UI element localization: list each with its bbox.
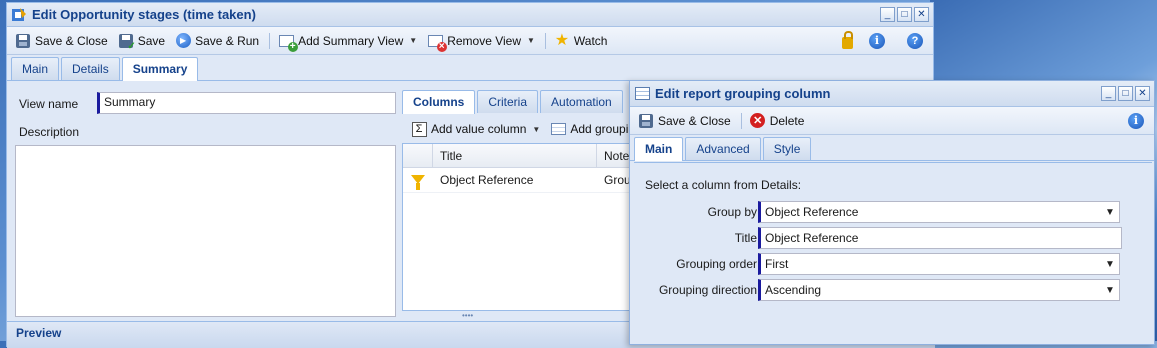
group-by-select[interactable]: Object Reference ▼ xyxy=(758,201,1120,223)
dialog-titlebar[interactable]: Edit report grouping column _ □ ✕ xyxy=(630,81,1154,107)
add-grouping-label: Add groupi xyxy=(570,122,629,136)
add-value-column-label: Add value column xyxy=(431,122,527,136)
window-title: Edit Opportunity stages (time taken) xyxy=(32,7,256,22)
dialog-toolbar: Save & Close ✕ Delete i xyxy=(630,107,1154,135)
save-button[interactable]: Save xyxy=(114,31,169,52)
chevron-down-icon[interactable]: ▼ xyxy=(1101,254,1119,274)
remove-view-label: Remove View xyxy=(447,33,521,48)
chevron-down-icon[interactable]: ▼ xyxy=(1101,280,1119,300)
tab-automation[interactable]: Automation xyxy=(540,90,623,113)
main-titlebar[interactable]: Edit Opportunity stages (time taken) _ □… xyxy=(7,3,933,27)
save-close-label: Save & Close xyxy=(35,33,108,48)
minimize-button[interactable]: _ xyxy=(880,7,895,22)
grouping-direction-select[interactable]: Ascending ▼ xyxy=(758,279,1120,301)
group-by-row: Group by Object Reference ▼ xyxy=(634,201,1152,223)
close-button[interactable]: ✕ xyxy=(914,7,929,22)
grouping-order-row: Grouping order First ▼ xyxy=(634,253,1152,275)
delete-label: Delete xyxy=(769,113,805,128)
title-label: Title xyxy=(734,231,757,245)
tab-advanced[interactable]: Advanced xyxy=(685,137,761,160)
group-by-value: Object Reference xyxy=(765,205,859,219)
toolbar-separator xyxy=(740,112,742,129)
grouping-order-label: Grouping order xyxy=(676,257,757,271)
add-summary-view-button[interactable]: Add Summary View ▼ xyxy=(274,31,421,52)
dialog-title: Edit report grouping column xyxy=(655,86,831,101)
column-header-title[interactable]: Title xyxy=(433,143,597,168)
chevron-down-icon: ▼ xyxy=(409,36,418,45)
chevron-down-icon: ▼ xyxy=(532,124,541,134)
save-close-icon xyxy=(15,33,31,49)
tab-style[interactable]: Style xyxy=(762,137,812,160)
lock-icon[interactable] xyxy=(839,30,855,49)
grouping-direction-row: Grouping direction Ascending ▼ xyxy=(634,279,1152,301)
summary-properties-panel: View name Summary Description xyxy=(7,87,399,327)
filter-icon xyxy=(403,174,433,190)
dialog-maximize-button[interactable]: □ xyxy=(1118,86,1133,101)
form-icon xyxy=(634,86,650,102)
tab-main[interactable]: Main xyxy=(634,137,684,161)
save-close-button[interactable]: Save & Close xyxy=(11,31,112,51)
star-icon: ★ xyxy=(554,31,570,49)
instruction-text: Select a column from Details: xyxy=(645,178,802,192)
chevron-down-icon: ▼ xyxy=(527,36,535,45)
tab-criteria[interactable]: Criteria xyxy=(477,90,539,113)
run-icon: ▶ xyxy=(175,33,191,49)
save-run-label: Save & Run xyxy=(195,33,260,48)
tab-details[interactable]: Details xyxy=(61,57,120,80)
column-header-note[interactable]: Note xyxy=(597,149,629,163)
info-icon[interactable]: i xyxy=(1128,112,1144,129)
description-label: Description xyxy=(19,125,80,139)
dialog-form: Select a column from Details: Group by O… xyxy=(634,162,1152,342)
watch-button[interactable]: ★ Watch xyxy=(550,31,612,51)
main-toolbar: Save & Close Save ▶ Save & Run Add Summa… xyxy=(7,27,933,55)
tab-main[interactable]: Main xyxy=(11,57,60,80)
row-note: Grou xyxy=(604,173,631,187)
tab-columns[interactable]: Columns xyxy=(402,90,476,114)
dialog-save-close-button[interactable]: Save & Close xyxy=(634,111,735,131)
grouping-icon xyxy=(550,121,566,137)
save-run-button[interactable]: ▶ Save & Run xyxy=(171,31,263,51)
title-row: Title Object Reference xyxy=(634,227,1152,249)
add-view-icon xyxy=(278,33,298,52)
remove-view-icon xyxy=(427,33,447,52)
dialog-close-button[interactable]: ✕ xyxy=(1135,86,1150,101)
maximize-button[interactable]: □ xyxy=(897,7,912,22)
grouping-direction-label: Grouping direction xyxy=(658,283,757,297)
view-name-input[interactable]: Summary xyxy=(97,92,396,114)
dialog-tabstrip: Main Advanced Style xyxy=(630,135,1154,161)
description-textarea[interactable] xyxy=(15,145,396,317)
chevron-down-icon[interactable]: ▼ xyxy=(1101,202,1119,222)
add-grouping-button[interactable]: Add groupi xyxy=(546,119,632,139)
grid-icon-column-header xyxy=(403,143,433,168)
dialog-save-close-label: Save & Close xyxy=(658,113,731,128)
grouping-order-value: First xyxy=(765,257,789,271)
toolbar-separator xyxy=(269,32,271,49)
view-name-label: View name xyxy=(19,97,79,111)
info-icon[interactable]: i xyxy=(869,32,885,49)
main-tabstrip: Main Details Summary xyxy=(7,55,933,81)
delete-icon: ✕ xyxy=(750,113,766,129)
grid-resize-handle[interactable]: •••• xyxy=(462,311,473,320)
remove-view-button[interactable]: Remove View ▼ xyxy=(423,31,539,52)
save-label: Save xyxy=(137,33,166,48)
group-by-label: Group by xyxy=(707,205,757,219)
save-icon xyxy=(118,33,136,52)
title-input[interactable]: Object Reference xyxy=(758,227,1122,249)
sigma-icon: Σ xyxy=(411,121,427,137)
delete-button[interactable]: ✕ Delete xyxy=(746,111,809,131)
watch-label: Watch xyxy=(573,33,608,48)
add-value-column-button[interactable]: Σ Add value column ▼ xyxy=(407,119,544,139)
dialog-minimize-button[interactable]: _ xyxy=(1101,86,1116,101)
save-close-icon xyxy=(638,113,654,129)
toolbar-separator xyxy=(544,32,546,49)
app-icon xyxy=(11,7,27,23)
add-summary-view-label: Add Summary View xyxy=(298,33,404,48)
row-title: Object Reference xyxy=(440,173,534,187)
tab-summary[interactable]: Summary xyxy=(121,57,199,81)
grouping-direction-value: Ascending xyxy=(765,283,822,297)
grouping-column-dialog: Edit report grouping column _ □ ✕ Save &… xyxy=(629,80,1155,345)
grouping-order-select[interactable]: First ▼ xyxy=(758,253,1120,275)
help-icon[interactable]: ? xyxy=(907,32,923,49)
